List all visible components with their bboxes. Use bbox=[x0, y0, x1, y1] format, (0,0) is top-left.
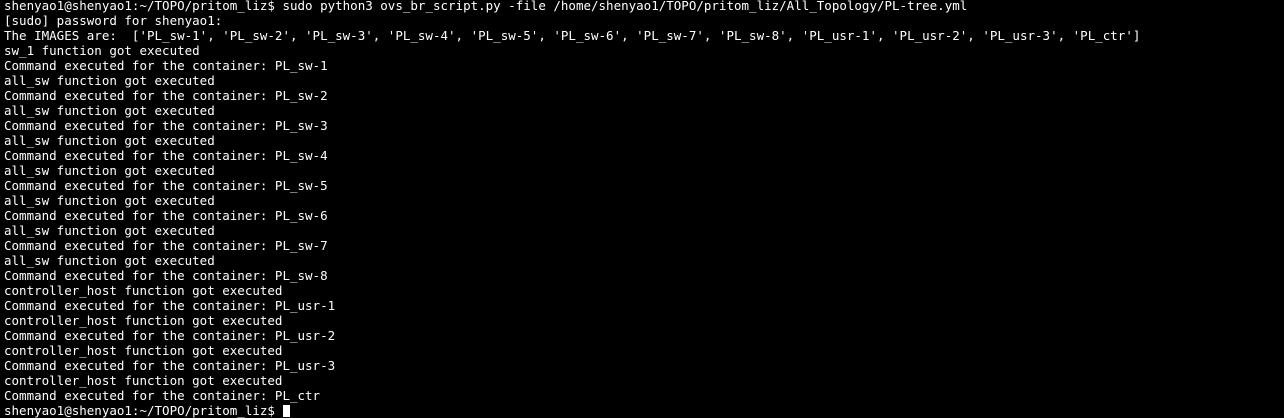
terminal-line: shenyao1@shenyao1:~/TOPO/pritom_liz$ sud… bbox=[4, 0, 968, 13]
terminal-line: [sudo] password for shenyao1: bbox=[4, 13, 223, 28]
terminal-line: controller_host function got executed bbox=[4, 313, 283, 328]
terminal-line: Command executed for the container: PL_s… bbox=[4, 118, 328, 133]
terminal-line: all_sw function got executed bbox=[4, 133, 215, 148]
terminal-line: Command executed for the container: PL_s… bbox=[4, 58, 328, 73]
terminal-line: Command executed for the container: PL_s… bbox=[4, 208, 328, 223]
terminal-line: all_sw function got executed bbox=[4, 103, 215, 118]
terminal-window[interactable]: shenyao1@shenyao1:~/TOPO/pritom_liz$ sud… bbox=[0, 0, 1284, 418]
terminal-line: Command executed for the container: PL_s… bbox=[4, 148, 328, 163]
terminal-line: controller_host function got executed bbox=[4, 343, 283, 358]
terminal-line: all_sw function got executed bbox=[4, 193, 215, 208]
terminal-output: shenyao1@shenyao1:~/TOPO/pritom_liz$ sud… bbox=[4, 0, 1284, 418]
terminal-line: Command executed for the container: PL_u… bbox=[4, 298, 336, 313]
terminal-line: Command executed for the container: PL_s… bbox=[4, 238, 328, 253]
terminal-line: controller_host function got executed bbox=[4, 373, 283, 388]
terminal-line: all_sw function got executed bbox=[4, 163, 215, 178]
terminal-cursor bbox=[283, 405, 291, 417]
terminal-line: Command executed for the container: PL_u… bbox=[4, 328, 336, 343]
terminal-line: controller_host function got executed bbox=[4, 283, 283, 298]
terminal-prompt: shenyao1@shenyao1:~/TOPO/pritom_liz$ bbox=[4, 403, 283, 418]
terminal-line: sw_1 function got executed bbox=[4, 43, 200, 58]
terminal-line: The IMAGES are: ['PL_sw-1', 'PL_sw-2', '… bbox=[4, 28, 1141, 43]
terminal-line: Command executed for the container: PL_s… bbox=[4, 178, 328, 193]
terminal-line: all_sw function got executed bbox=[4, 73, 215, 88]
terminal-line: all_sw function got executed bbox=[4, 223, 215, 238]
terminal-line: Command executed for the container: PL_c… bbox=[4, 388, 321, 403]
terminal-line: Command executed for the container: PL_s… bbox=[4, 88, 328, 103]
terminal-line: all_sw function got executed bbox=[4, 253, 215, 268]
terminal-line: Command executed for the container: PL_u… bbox=[4, 358, 336, 373]
terminal-prompt-line[interactable]: shenyao1@shenyao1:~/TOPO/pritom_liz$ bbox=[4, 403, 1284, 418]
terminal-line: Command executed for the container: PL_s… bbox=[4, 268, 328, 283]
